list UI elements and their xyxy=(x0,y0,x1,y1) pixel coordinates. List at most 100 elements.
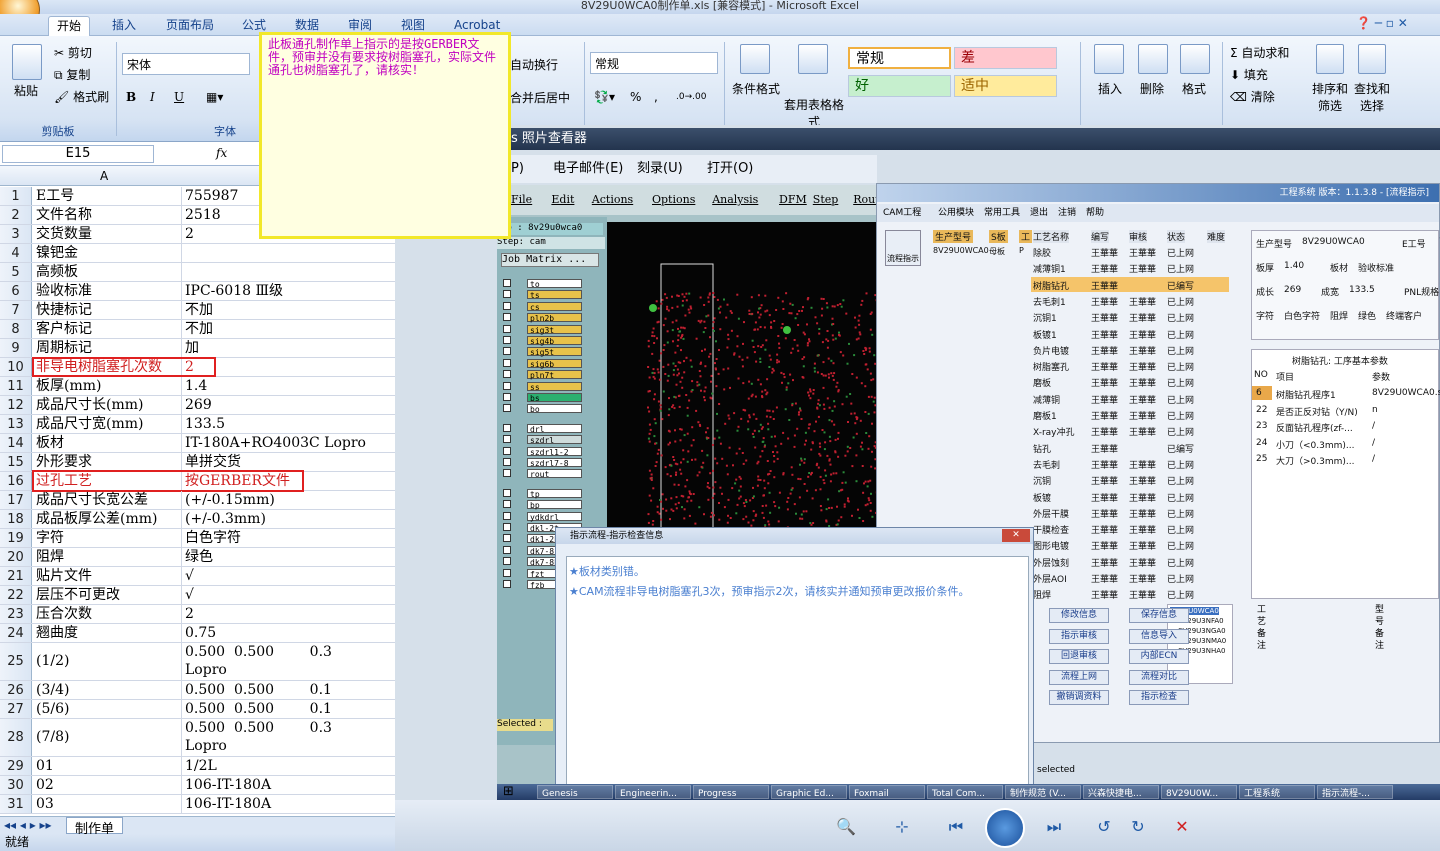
row-number[interactable]: 1 xyxy=(0,187,32,205)
process-cell[interactable]: 王華華 xyxy=(1091,328,1118,341)
close-icon[interactable]: ✕ xyxy=(1002,529,1030,542)
cell-a[interactable]: 翘曲度 xyxy=(34,624,182,642)
layer-checkbox[interactable] xyxy=(503,500,511,509)
process-cell[interactable]: 王華華 xyxy=(1129,393,1156,406)
process-cell[interactable]: 王華華 xyxy=(1129,409,1156,422)
table-row[interactable]: 6 验收标准 IPC-6018 Ⅲ级 xyxy=(0,282,395,301)
cell-b[interactable]: IPC-6018 Ⅲ级 xyxy=(184,282,395,300)
cell-a[interactable]: 周期标记 xyxy=(34,339,182,357)
process-cell[interactable]: 王華華 xyxy=(1129,311,1156,324)
process-cell[interactable]: 沉铜1 xyxy=(1033,311,1057,324)
cut-button[interactable]: ✂ 剪切 xyxy=(54,44,92,61)
process-cell[interactable]: 树脂塞孔 xyxy=(1033,360,1069,373)
process-cell[interactable]: 图形电镀 xyxy=(1033,539,1069,552)
tab-page-layout[interactable]: 页面布局 xyxy=(158,16,222,36)
row-number[interactable]: 12 xyxy=(0,396,32,414)
cell-a[interactable]: 字符 xyxy=(34,529,182,547)
process-cell[interactable]: 王華華 xyxy=(1091,279,1118,292)
cell-b[interactable]: (+/-0.15mm) xyxy=(184,491,395,509)
taskbar-button[interactable]: Genesis xyxy=(537,785,613,799)
process-cell[interactable]: 树脂钻孔 xyxy=(1033,279,1069,292)
cell-a[interactable]: 镍钯金 xyxy=(34,244,182,262)
param-cell[interactable]: 24 xyxy=(1256,438,1267,448)
layer-sig5t[interactable]: sig5t xyxy=(527,347,582,357)
process-cell[interactable]: 王華華 xyxy=(1129,262,1156,275)
row-number[interactable]: 9 xyxy=(0,339,32,357)
process-cell[interactable]: 王華華 xyxy=(1091,295,1118,308)
param-cell[interactable]: / xyxy=(1372,438,1375,448)
layer-ss[interactable]: ss xyxy=(527,381,582,392)
cell-b[interactable]: IT-180A+RO4003C Lopro xyxy=(184,434,395,452)
table-row[interactable]: 25 (1/2) 0.500 0.500 0.3 Lopro xyxy=(0,643,395,681)
erp-menu-item[interactable]: 注销 xyxy=(1058,204,1076,222)
cell-b[interactable]: 0.500 0.500 0.1 xyxy=(184,681,395,699)
layer-pln2b[interactable]: pln2b xyxy=(527,313,582,323)
process-cell[interactable]: 王華華 xyxy=(1129,360,1156,373)
layer-checkbox[interactable] xyxy=(503,393,511,401)
cell-a[interactable]: (5/6) xyxy=(34,700,182,718)
process-cell[interactable]: 已上网 xyxy=(1167,539,1194,552)
process-cell[interactable]: 已上网 xyxy=(1167,360,1194,373)
layer-checkbox[interactable] xyxy=(503,279,511,287)
genesis-menu-item[interactable]: Actions xyxy=(592,185,633,215)
layer-checkbox[interactable] xyxy=(503,568,511,577)
help-icon[interactable]: ❓ ─ ▫ ✕ xyxy=(1356,16,1408,30)
layer-checkbox[interactable] xyxy=(503,301,511,310)
sort-filter-button[interactable]: 排序和筛选 xyxy=(1310,80,1350,114)
table-row[interactable]: 31 03 106-IT-180A xyxy=(0,795,395,814)
erp-action-button[interactable]: 修改信息 xyxy=(1049,608,1109,623)
table-row[interactable]: 29 01 1/2L xyxy=(0,757,395,776)
column-a-header[interactable]: A xyxy=(100,169,108,183)
process-cell[interactable]: 王華華 xyxy=(1091,539,1118,552)
layer-checkbox[interactable] xyxy=(503,534,511,543)
slideshow-button[interactable] xyxy=(985,808,1025,848)
process-cell[interactable]: 已上网 xyxy=(1167,393,1194,406)
cell-a[interactable]: 高频板 xyxy=(34,263,182,281)
erp-menu-item[interactable]: 帮助 xyxy=(1086,204,1104,222)
layer-checkbox[interactable] xyxy=(503,381,511,390)
model-cell[interactable]: 8V29U0WCA0 xyxy=(933,246,989,255)
cell-a[interactable]: 成品尺寸长宽公差 xyxy=(34,491,182,509)
layer-checkbox[interactable] xyxy=(503,423,511,432)
dialog-message-area[interactable]: ★板材类别错。 ★CAM流程非导电树脂塞孔3次，预审指示2次，请核实并通知预审更… xyxy=(566,556,1029,788)
layer-bs[interactable]: bs xyxy=(527,393,582,403)
clear-button[interactable]: ⌫ 清除 xyxy=(1230,88,1275,105)
row-number[interactable]: 22 xyxy=(0,586,32,604)
erp-action-button[interactable]: 信息导入 xyxy=(1129,628,1189,644)
process-cell[interactable]: 王華華 xyxy=(1129,474,1156,487)
layer-checkbox[interactable] xyxy=(503,336,511,344)
taskbar-button[interactable]: Total Com... xyxy=(927,785,1003,799)
rotate-left-icon[interactable]: ↺ xyxy=(1093,816,1115,838)
row-number[interactable]: 29 xyxy=(0,757,32,775)
layer-bo[interactable]: bo xyxy=(527,404,582,414)
cell-a[interactable]: 板厚(mm) xyxy=(34,377,182,395)
process-cell[interactable]: 王華華 xyxy=(1091,458,1118,471)
param-cell[interactable]: n xyxy=(1372,405,1378,415)
cell-b[interactable]: 白色字符 xyxy=(184,529,395,547)
row-number[interactable]: 11 xyxy=(0,377,32,395)
process-cell[interactable]: 王華華 xyxy=(1091,409,1118,422)
genesis-menu-item[interactable]: Analysis xyxy=(712,185,758,215)
process-cell[interactable]: 已上网 xyxy=(1167,425,1194,438)
process-cell[interactable]: 王華華 xyxy=(1091,393,1118,406)
process-cell[interactable]: 干膜检查 xyxy=(1033,523,1069,536)
process-cell[interactable]: 已上网 xyxy=(1167,491,1194,504)
row-number[interactable]: 16 xyxy=(0,472,32,490)
erp-menu-item[interactable]: 公用模块 xyxy=(938,204,974,222)
param-cell[interactable]: / xyxy=(1372,454,1375,464)
process-cell[interactable]: 去毛刺 xyxy=(1033,458,1060,471)
layer-sig3t[interactable]: sig3t xyxy=(527,324,582,335)
layer-pln7t[interactable]: pln7t xyxy=(527,370,582,380)
row-number[interactable]: 7 xyxy=(0,301,32,319)
table-row[interactable]: 24 翘曲度 0.75 xyxy=(0,624,395,643)
merge-center-button[interactable]: 合并后居中 xyxy=(510,89,570,106)
row-number[interactable]: 13 xyxy=(0,415,32,433)
taskbar-button[interactable]: Graphic Ed... xyxy=(771,785,847,799)
process-cell[interactable]: 已编写 xyxy=(1167,442,1194,455)
process-cell[interactable]: 王華華 xyxy=(1091,523,1118,536)
viewer-menu-print[interactable]: P) xyxy=(511,155,524,183)
layer-to[interactable]: to xyxy=(527,279,582,289)
cell-b[interactable]: 0.500 0.500 0.3 Lopro xyxy=(184,719,395,756)
process-cell[interactable]: 王華華 xyxy=(1129,376,1156,389)
process-cell[interactable]: 已上网 xyxy=(1167,474,1194,487)
